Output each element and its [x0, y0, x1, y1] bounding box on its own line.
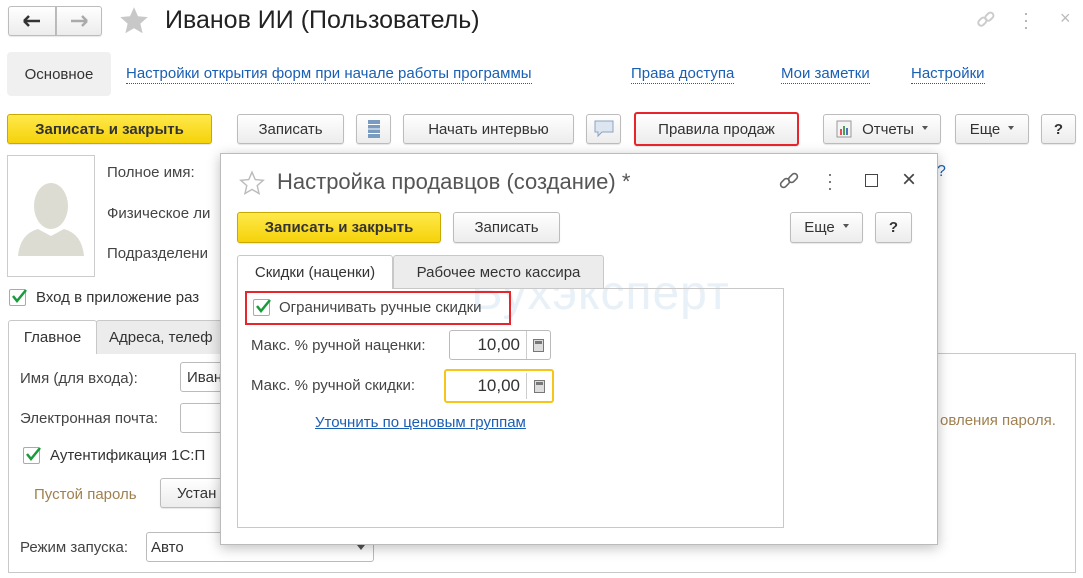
login-allowed-checkbox[interactable]	[9, 289, 27, 306]
auth-label: Аутентификация 1С:П	[50, 447, 206, 464]
limit-discounts-checkbox[interactable]	[253, 299, 271, 316]
link-icon[interactable]	[778, 170, 800, 192]
dropdown-arrow-icon[interactable]	[357, 544, 365, 554]
star-icon[interactable]	[239, 170, 265, 196]
arrow-right-icon	[71, 15, 88, 27]
set-password-label: Устан	[177, 484, 217, 502]
forward-button[interactable]	[56, 6, 102, 36]
password-note: овления пароля.	[940, 412, 1056, 429]
more-menu-icon[interactable]: · · ·	[827, 165, 833, 197]
calculator-icon[interactable]	[526, 373, 552, 399]
login-name-label: Имя (для входа):	[20, 370, 138, 387]
launch-mode-value: Авто	[151, 538, 184, 556]
dialog-save-button[interactable]: Записать	[453, 212, 560, 243]
reports-button[interactable]: Отчеты	[823, 114, 941, 144]
save-button[interactable]: Записать	[237, 114, 344, 144]
comment-icon	[594, 120, 613, 138]
link-icon[interactable]	[976, 10, 996, 30]
list-button[interactable]	[356, 114, 391, 144]
dialog-help-button[interactable]: ?	[875, 212, 912, 243]
tab-discounts-label: Скидки (наценки)	[254, 264, 376, 281]
tab-general[interactable]: Главное	[8, 320, 97, 354]
max-markup-value: 10,00	[477, 335, 520, 354]
tab-addresses[interactable]: Адреса, телеф	[96, 320, 236, 354]
reports-icon	[836, 120, 852, 138]
page-title: Иванов ИИ (Пользователь)	[165, 6, 480, 34]
login-name-value: Иван	[187, 368, 223, 386]
dialog-more-button[interactable]: Еще	[790, 212, 863, 243]
dialog-save-close-button[interactable]: Записать и закрыть	[237, 212, 441, 243]
comment-button[interactable]	[586, 114, 621, 144]
full-name-label: Полное имя:	[107, 164, 195, 181]
empty-password-label: Пустой пароль	[34, 486, 137, 503]
star-icon[interactable]	[118, 6, 150, 36]
help-mark[interactable]: ?	[937, 163, 946, 181]
max-discount-value: 10,00	[477, 376, 520, 395]
max-markup-label: Макс. % ручной наценки:	[251, 337, 426, 354]
list-icon	[367, 120, 380, 138]
tab-access-rights[interactable]: Права доступа	[631, 65, 735, 84]
launch-mode-label: Режим запуска:	[20, 539, 128, 556]
close-icon[interactable]: ×	[902, 166, 916, 194]
tab-discounts[interactable]: Скидки (наценки)	[237, 255, 393, 289]
tab-addresses-label: Адреса, телеф	[109, 329, 213, 346]
sales-rules-button[interactable]: Правила продаж	[634, 112, 799, 146]
save-close-button[interactable]: Записать и закрыть	[7, 114, 212, 144]
calculator-icon[interactable]	[526, 331, 550, 359]
back-button[interactable]	[8, 6, 56, 36]
tab-cashier-label: Рабочее место кассира	[416, 263, 581, 281]
reports-label: Отчеты	[862, 120, 914, 138]
max-discount-input[interactable]: 10,00	[444, 369, 554, 403]
person-label: Физическое ли	[107, 205, 211, 222]
close-icon[interactable]: ×	[1060, 8, 1071, 29]
more-menu-icon[interactable]: · · ·	[1023, 4, 1029, 36]
user-placeholder-icon	[18, 183, 84, 256]
arrow-left-icon	[23, 15, 40, 27]
tab-main-label: Основное	[24, 65, 94, 83]
max-discount-label: Макс. % ручной скидки:	[251, 377, 416, 394]
seller-settings-dialog: Бухэксперт Настройка продавцов (создание…	[220, 153, 938, 545]
tab-cashier-workplace[interactable]: Рабочее место кассира	[393, 255, 604, 288]
more-button[interactable]: Еще	[955, 114, 1029, 144]
tab-settings[interactable]: Настройки	[911, 65, 985, 84]
limit-discounts-label: Ограничивать ручные скидки	[279, 299, 482, 316]
login-allowed-label: Вход в приложение раз	[36, 289, 200, 306]
help-button[interactable]: ?	[1041, 114, 1076, 144]
dialog-title: Настройка продавцов (создание) *	[277, 169, 631, 194]
tab-form-settings[interactable]: Настройки открытия форм при начале работ…	[126, 65, 532, 84]
start-interview-button[interactable]: Начать интервью	[403, 114, 574, 144]
max-markup-input[interactable]: 10,00	[449, 330, 551, 360]
auth-checkbox[interactable]	[23, 447, 41, 464]
maximize-icon[interactable]	[865, 174, 878, 187]
tab-main[interactable]: Основное	[7, 52, 111, 96]
avatar[interactable]	[7, 155, 95, 277]
department-label: Подразделени	[107, 245, 208, 262]
price-groups-link[interactable]: Уточнить по ценовым группам	[315, 414, 526, 431]
tab-general-label: Главное	[23, 329, 82, 346]
email-label: Электронная почта:	[20, 410, 159, 427]
tab-my-notes[interactable]: Мои заметки	[781, 65, 870, 84]
